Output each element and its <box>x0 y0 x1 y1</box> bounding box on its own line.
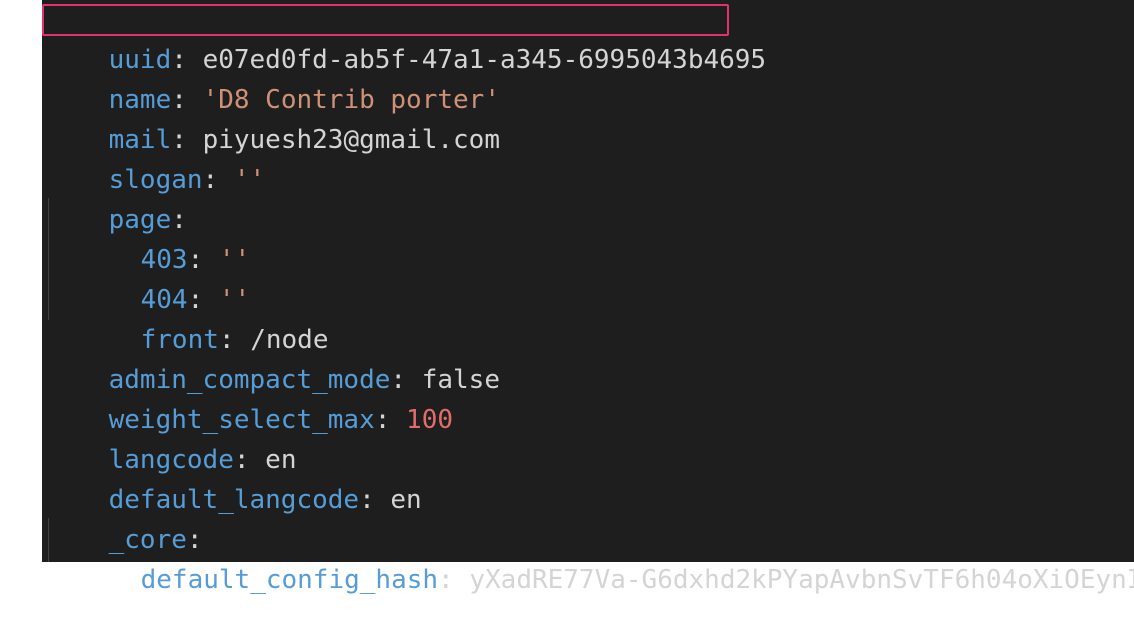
yaml-key: default_config_hash <box>140 565 439 595</box>
code-line-404: 404: '' <box>78 240 251 315</box>
colon: : <box>438 565 470 595</box>
code-line-403: 403: '' <box>78 200 251 275</box>
code-line-admin-compact-mode: admin_compact_mode: false <box>46 320 500 395</box>
code-line-slogan: slogan: '' <box>46 120 266 195</box>
code-line-core: _core: <box>46 480 203 555</box>
yaml-value: 100 <box>406 405 454 435</box>
yaml-value: en <box>390 485 422 515</box>
code-line-weight-select-max: weight_select_max: 100 <box>46 360 453 435</box>
yaml-value: '' <box>233 165 266 195</box>
code-line-default-config-hash: default_config_hash: yXadRE77Va-G6dxhd2k… <box>78 520 1134 595</box>
code-editor[interactable]: uuid: e07ed0fd-ab5f-47a1-a345-6995043b46… <box>42 0 1134 595</box>
code-line-mail: mail: piyuesh23@gmail.com <box>46 80 500 155</box>
colon: : <box>359 485 391 515</box>
code-line-page: page: <box>46 160 187 235</box>
code-line-uuid: uuid: e07ed0fd-ab5f-47a1-a345-6995043b46… <box>46 0 766 75</box>
colon: : <box>374 405 407 435</box>
code-line-name: name: 'D8 Contrib porter' <box>46 40 500 115</box>
code-line-default-langcode: default_langcode: en <box>46 440 422 515</box>
colon: : <box>202 165 234 195</box>
code-line-front: front: /node <box>78 280 329 355</box>
code-line-langcode: langcode: en <box>46 400 297 475</box>
yaml-value: yXadRE77Va-G6dxhd2kPYapAvbnSvTF6h04oXiOE… <box>469 565 1134 595</box>
